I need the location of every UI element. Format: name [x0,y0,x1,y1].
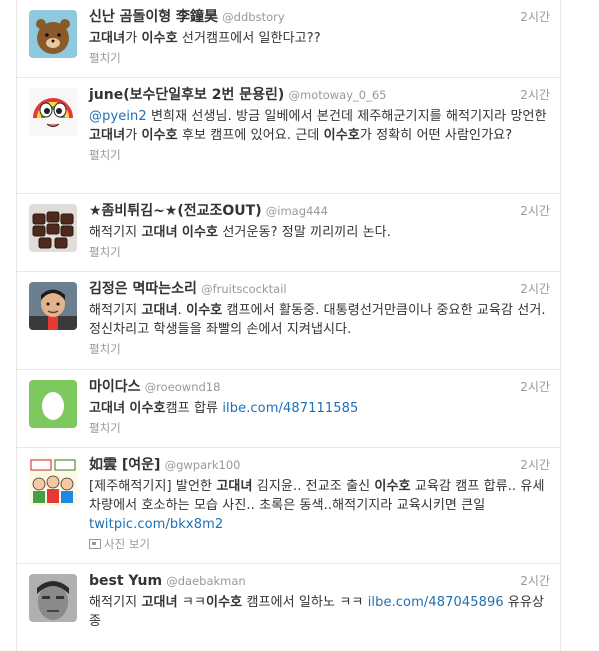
timestamp[interactable]: 2시간 [520,378,550,395]
photo-icon [89,539,101,549]
tweet-text-segment: 캠프에서 일하노 ㅋㅋ [242,595,368,610]
keyword-highlight: 고대녀 [89,128,126,143]
timestamp[interactable]: 2시간 [520,456,550,473]
tweet[interactable]: best Yum @daebakman 해적기지 고대녀 ㅋㅋ이수호 캠프에서 … [17,564,560,651]
tweet-text: [제주해적기지] 발언한 고대녀 김지윤.. 전교조 출신 이수호 교육감 캠프… [89,477,549,534]
keyword-highlight: 고대녀 [216,479,253,494]
timestamp[interactable]: 2시간 [520,8,550,25]
user-handle[interactable]: @imag444 [266,204,328,218]
grayscale-face-icon[interactable] [29,574,77,622]
expand-link[interactable]: 펼치기 [89,50,549,66]
tweet-link[interactable]: ilbe.com/487045896 [368,595,504,610]
tweet-link[interactable]: ilbe.com/487111585 [222,401,358,416]
brown-bear-icon[interactable] [29,10,77,58]
user-handle[interactable]: @ddbstory [222,10,284,24]
user-name[interactable]: 김정은 멱따는소리 [89,281,197,297]
tweet-link[interactable]: @pyein2 [89,109,147,124]
user-handle[interactable]: @roeownd18 [145,380,221,394]
user-name[interactable]: best Yum [89,573,162,589]
keyword-highlight: 고대녀 [141,303,178,318]
tweet-text: @pyein2 변희재 선생님. 방금 일베에서 본건데 제주해군기지를 해적기… [89,107,549,145]
user-name[interactable]: 마이다스 [89,379,141,395]
tweet-text: 고대녀가 이수호 선거캠프에서 일한다고?? [89,29,549,48]
keyword-highlight: 이수호 [206,595,243,610]
user-name[interactable]: 신난 곰돌이형 李鐘昊 [89,9,218,25]
tweet-text: 해적기지 고대녀. 이수호 캠프에서 활동중. 대통령선거만큼이나 중요한 교육… [89,301,549,339]
cartoon-group-icon[interactable] [29,458,77,506]
tweet-text-segment: 가 [125,31,142,46]
expand-link[interactable]: 펼치기 [89,420,549,436]
tweet-text-segment: ㅋㅋ [177,595,207,610]
keyword-highlight: 이수호 [141,128,178,143]
keyword-highlight: 고대녀 [89,401,126,416]
expand-link[interactable]: 펼치기 [89,147,549,163]
keyword-highlight: 고대녀 [141,595,178,610]
user-handle[interactable]: @daebakman [166,574,245,588]
tweet-link[interactable]: twitpic.com/bkx8m2 [89,517,223,532]
tweet-text-segment: 후보 캠프에 있어요. 근데 [177,128,324,143]
tweet[interactable]: 김정은 멱따는소리 @fruitscocktail 해적기지 고대녀. 이수호 … [17,272,560,370]
tweet[interactable]: 如雲 [여운] @gwpark100 [제주해적기지] 발언한 고대녀 김지윤.… [17,448,560,564]
tweet-text-segment: 가 정확히 어떤 사람인가요? [359,128,513,143]
tweet-text-segment: 해적기지 [89,303,142,318]
person-photo-icon[interactable] [29,282,77,330]
timestamp[interactable]: 2시간 [520,280,550,297]
keyword-highlight: 이수호 [141,31,178,46]
user-handle[interactable]: @gwpark100 [165,458,241,472]
timestamp[interactable]: 2시간 [520,202,550,219]
timeline: 신난 곰돌이형 李鐘昊 @ddbstory 고대녀가 이수호 선거캠프에서 일한… [16,0,561,651]
tweet[interactable]: 마이다스 @roeownd18 고대녀 이수호캠프 합류 ilbe.com/48… [17,370,560,448]
user-handle[interactable]: @fruitscocktail [201,282,287,296]
rainbow-cartoon-icon[interactable] [29,88,77,136]
keyword-highlight: 이수호 [374,479,411,494]
timestamp[interactable]: 2시간 [520,572,550,589]
tweet-text: 해적기지 고대녀 이수호 선거운동? 정말 끼리끼리 논다. [89,223,549,242]
timestamp[interactable]: 2시간 [520,86,550,103]
tweet-text-segment: 선거캠프에서 일한다고?? [177,31,321,46]
view-photo-label: 사진 보기 [104,537,150,551]
chocolate-bar-icon[interactable] [29,204,77,252]
tweet-text: 해적기지 고대녀 ㅋㅋ이수호 캠프에서 일하노 ㅋㅋ ilbe.com/4870… [89,593,549,631]
default-egg-icon[interactable] [29,380,77,428]
user-name[interactable]: june(보수단일후보 2번 문용린) [89,87,284,103]
tweet-text-segment: 선거운동? 정말 끼리끼리 논다. [218,225,391,240]
tweet[interactable]: 신난 곰돌이형 李鐘昊 @ddbstory 고대녀가 이수호 선거캠프에서 일한… [17,0,560,78]
user-name[interactable]: ★좀비튀김~★(전교조OUT) [89,203,262,219]
tweet-text-segment: . [177,303,187,318]
tweet-text-segment: 해적기지 [89,225,142,240]
keyword-highlight: 이수호 [181,225,219,240]
tweet-text-segment: 김지윤.. 전교조 출신 [252,479,375,494]
user-name[interactable]: 如雲 [여운] [89,457,160,473]
tweet-text-segment: 해적기지 [89,595,142,610]
tweet-text-segment: 가 [125,128,142,143]
tweet-text-segment: 변희재 선생님. 방금 일베에서 본건데 제주해군기지를 해적기지라 망언한 [146,109,547,124]
tweet[interactable]: ★좀비튀김~★(전교조OUT) @imag444 해적기지 고대녀 이수호 선거… [17,194,560,272]
tweet-text-segment: [제주해적기지] 발언한 [89,479,217,494]
tweet-text: 고대녀 이수호캠프 합류 ilbe.com/487111585 [89,399,549,418]
keyword-highlight: 이수호 [129,401,166,416]
view-photo-link[interactable]: 사진 보기 [89,536,549,552]
tweet[interactable]: june(보수단일후보 2번 문용린) @motoway_0_65 @pyein… [17,78,560,194]
expand-link[interactable]: 펼치기 [89,244,549,260]
keyword-highlight: 고대녀 [89,31,126,46]
user-handle[interactable]: @motoway_0_65 [288,88,386,102]
keyword-highlight: 이수호 [323,128,360,143]
keyword-highlight: 고대녀 [141,225,178,240]
expand-link[interactable]: 펼치기 [89,341,549,357]
keyword-highlight: 이수호 [186,303,223,318]
tweet-text-segment: 캠프 합류 [165,401,223,416]
